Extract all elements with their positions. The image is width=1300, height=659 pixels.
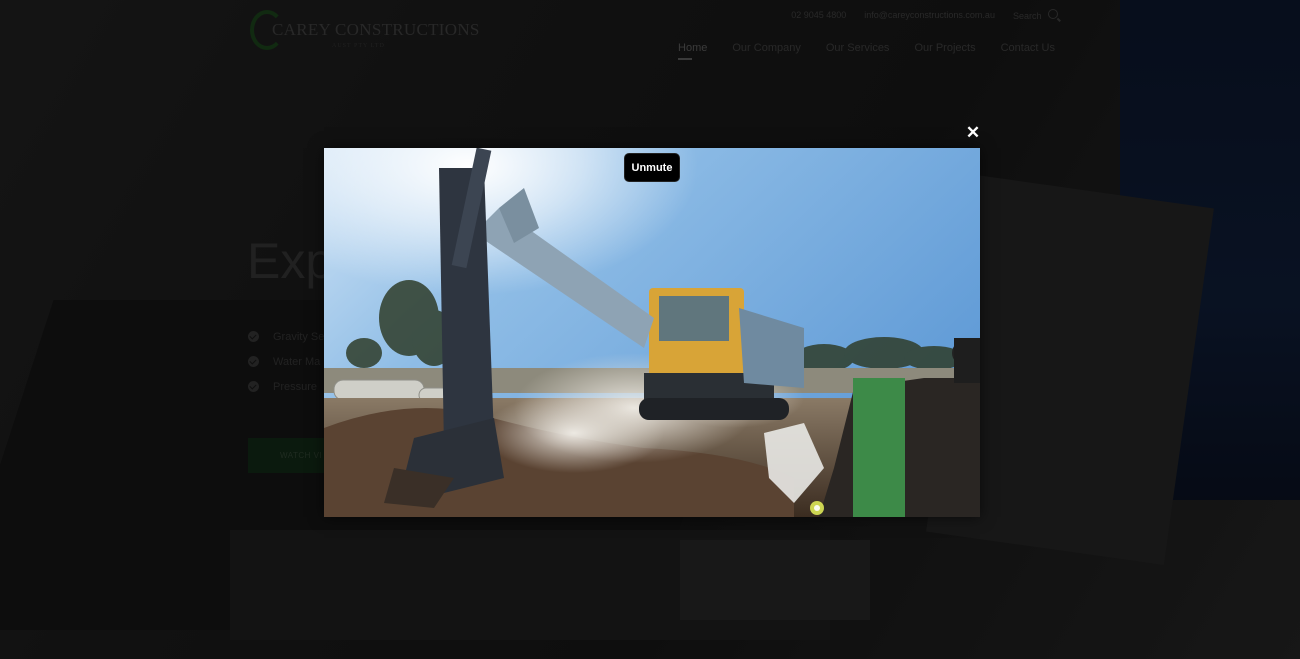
video-still-image [324,148,980,517]
unmute-button[interactable]: Unmute [624,153,680,182]
video-player[interactable] [324,148,980,517]
green-overlay-bar [853,378,905,517]
close-icon[interactable]: ✕ [964,124,982,142]
